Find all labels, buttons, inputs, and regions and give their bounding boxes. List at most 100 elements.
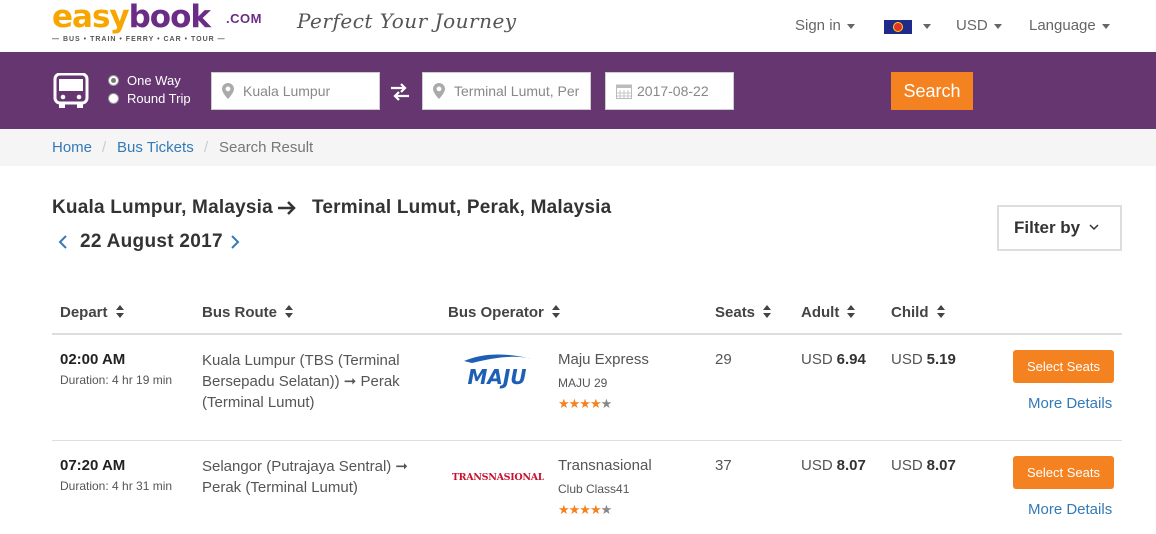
one-way-radio[interactable]: [108, 75, 119, 86]
depart-time: 07:20 AM: [60, 457, 126, 474]
column-bus-route[interactable]: Bus Route: [202, 304, 293, 321]
date-input[interactable]: 2017-08-22: [605, 72, 734, 110]
one-way-label[interactable]: One Way: [127, 73, 181, 88]
swap-icon[interactable]: [390, 83, 410, 101]
rating-stars: ★★★★★: [558, 502, 612, 517]
logo-services: — BUS • TRAIN • FERRY • CAR • TOUR —: [52, 36, 226, 43]
seats-available: 37: [715, 457, 732, 474]
logo-com: .COM: [226, 11, 262, 26]
calendar-icon: [616, 84, 632, 99]
price-value: 8.07: [926, 457, 956, 474]
filter-by-button[interactable]: Filter by: [997, 205, 1122, 251]
currency-label: USD: [801, 351, 833, 368]
search-bar: One Way Round Trip Kuala Lumpur Terminal…: [0, 52, 1156, 129]
trip-duration: Duration: 4 hr 19 min: [60, 373, 173, 387]
rating-stars: ★★★★★: [558, 396, 612, 411]
column-child[interactable]: Child: [891, 304, 945, 321]
flag-emblem: [893, 22, 903, 32]
chevron-down-icon: [846, 23, 855, 29]
map-pin-icon: [433, 83, 445, 99]
child-price: USD 5.19: [891, 351, 956, 368]
operator-name: Transnasional: [558, 457, 652, 474]
sign-in-label: Sign in: [795, 17, 841, 34]
bus-icon: [53, 73, 89, 108]
easybook-logo[interactable]: easybook .COM — BUS • TRAIN • FERRY • CA…: [52, 0, 261, 46]
round-trip-label[interactable]: Round Trip: [127, 91, 191, 106]
column-adult-label: Adult: [801, 304, 840, 321]
chevron-right-icon[interactable]: [230, 234, 240, 250]
currency-label: USD: [956, 17, 988, 34]
currency-label: USD: [891, 351, 923, 368]
maju-logo-text: MAJU: [467, 365, 526, 389]
column-seats-label: Seats: [715, 304, 756, 321]
filter-by-label: Filter by: [1014, 218, 1081, 237]
maju-logo: MAJU: [464, 354, 532, 389]
breadcrumb-bus-tickets[interactable]: Bus Tickets: [117, 139, 194, 156]
sort-icon: [285, 305, 293, 318]
arrow-right-icon: [278, 201, 296, 215]
breadcrumb-separator: /: [204, 139, 209, 156]
column-seats[interactable]: Seats: [715, 304, 772, 321]
to-value: Terminal Lumut, Per: [454, 83, 580, 99]
column-adult[interactable]: Adult: [801, 304, 856, 321]
adult-price: USD 6.94: [801, 351, 866, 368]
top-header: easybook .COM — BUS • TRAIN • FERRY • CA…: [0, 0, 1156, 52]
sort-icon: [551, 305, 560, 318]
language-menu[interactable]: Language: [1029, 17, 1110, 34]
column-bus-operator-label: Bus Operator: [448, 304, 544, 321]
more-details-link[interactable]: More Details: [1028, 501, 1112, 518]
chevron-down-icon[interactable]: [923, 24, 931, 29]
table-header-divider: [52, 333, 1122, 335]
bus-class: MAJU 29: [558, 376, 608, 390]
column-depart[interactable]: Depart: [60, 304, 124, 321]
chevron-down-icon: [1101, 23, 1110, 29]
round-trip-radio[interactable]: [108, 93, 119, 104]
sort-icon: [936, 305, 945, 318]
column-bus-route-label: Bus Route: [202, 304, 277, 321]
column-depart-label: Depart: [60, 304, 108, 321]
operator-name: Maju Express: [558, 351, 649, 368]
chevron-down-icon: [1089, 224, 1099, 231]
price-value: 8.07: [836, 457, 866, 474]
transnasional-logo: TRANSNASIONAL: [452, 472, 544, 483]
route-to: Terminal Lumut, Perak, Malaysia: [312, 197, 612, 218]
depart-time: 02:00 AM: [60, 351, 126, 368]
logo-book: book: [128, 0, 211, 35]
price-value: 5.19: [926, 351, 956, 368]
bus-route: Selangor (Putrajaya Sentral) ➞ Perak (Te…: [202, 458, 409, 496]
price-value: 6.94: [836, 351, 866, 368]
asean-flag-icon[interactable]: [884, 20, 912, 34]
currency-menu[interactable]: USD: [956, 17, 1002, 34]
chevron-left-icon[interactable]: [58, 234, 68, 250]
travel-date: 22 August 2017: [80, 231, 223, 252]
currency-label: USD: [891, 457, 923, 474]
select-seats-button[interactable]: Select Seats: [1013, 456, 1114, 489]
map-pin-icon: [222, 83, 234, 99]
search-button[interactable]: Search: [891, 72, 973, 110]
date-value: 2017-08-22: [637, 83, 709, 99]
adult-price: USD 8.07: [801, 457, 866, 474]
sort-icon: [115, 305, 124, 318]
column-bus-operator[interactable]: Bus Operator: [448, 304, 560, 321]
child-price: USD 8.07: [891, 457, 956, 474]
sort-icon: [847, 305, 856, 318]
seats-available: 29: [715, 351, 732, 368]
breadcrumb: Home / Bus Tickets / Search Result: [0, 129, 1156, 166]
row-divider: [52, 440, 1122, 441]
select-seats-button[interactable]: Select Seats: [1013, 350, 1114, 383]
logo-wordmark: easybook: [52, 0, 211, 35]
more-details-link[interactable]: More Details: [1028, 395, 1112, 412]
chevron-down-icon: [993, 23, 1002, 29]
from-input[interactable]: Kuala Lumpur: [211, 72, 380, 110]
transnasional-logo-text: TRANSNASIONAL: [452, 472, 544, 483]
column-child-label: Child: [891, 304, 929, 321]
sort-icon: [763, 305, 772, 318]
route-from: Kuala Lumpur, Malaysia: [52, 197, 273, 218]
sign-in-menu[interactable]: Sign in: [795, 17, 855, 34]
trip-duration: Duration: 4 hr 31 min: [60, 479, 173, 493]
breadcrumb-home[interactable]: Home: [52, 139, 92, 156]
currency-label: USD: [801, 457, 833, 474]
from-value: Kuala Lumpur: [243, 83, 331, 99]
to-input[interactable]: Terminal Lumut, Per: [422, 72, 591, 110]
language-label: Language: [1029, 17, 1096, 34]
